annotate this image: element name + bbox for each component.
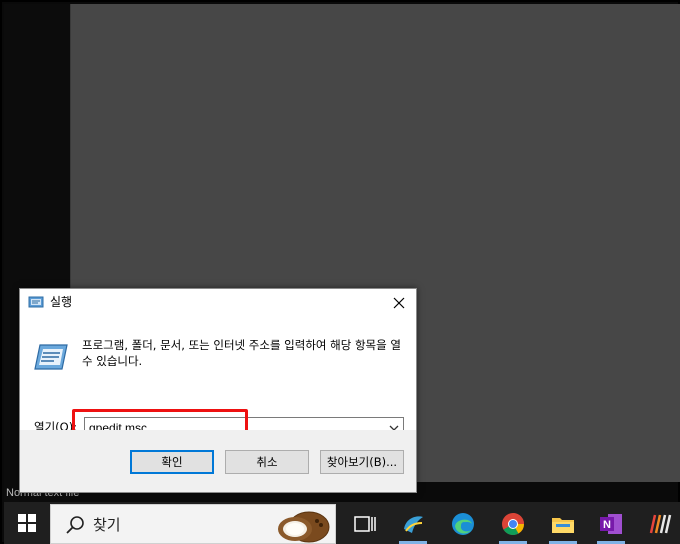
taskbar-search-box[interactable]: 찾기 [50,504,336,544]
run-dialog: 실행 프로그램, 폴더, 문서, 또는 인터넷 주소를 입력하여 해당 항목을 … [19,288,417,493]
run-program-icon [34,344,68,370]
dialog-footer: 확인 취소 찾아보기(B)... [20,430,416,492]
close-button[interactable] [384,289,414,317]
onenote-icon[interactable]: N [598,511,624,537]
search-icon [66,516,84,534]
dialog-body: 프로그램, 폴더, 문서, 또는 인터넷 주소를 입력하여 해당 항목을 열 수… [20,317,416,441]
browse-button[interactable]: 찾아보기(B)... [320,450,404,474]
screen: Normal text file 실행 프로그램, 폴더, 문서, 또는 인터넷… [0,0,680,544]
svg-text:N: N [603,519,611,531]
dialog-description: 프로그램, 폴더, 문서, 또는 인터넷 주소를 입력하여 해당 항목을 열 수… [82,338,401,368]
task-view-icon[interactable] [352,511,378,537]
search-placeholder: 찾기 [93,516,121,534]
ok-button[interactable]: 확인 [130,450,214,474]
windows-start-icon[interactable] [18,514,36,532]
taskbar: 찾기 N [4,502,680,544]
dialog-titlebar[interactable]: 실행 [20,289,416,317]
dialog-title: 실행 [50,295,73,309]
app-stripes-icon[interactable] [646,511,672,537]
chrome-icon[interactable] [500,511,526,537]
edge-icon[interactable] [450,511,476,537]
cancel-button[interactable]: 취소 [225,450,309,474]
python-shell-icon[interactable] [400,511,426,537]
close-icon [393,297,405,309]
coconut-icon [278,511,330,543]
file-explorer-icon[interactable] [550,511,576,537]
run-icon [28,296,44,308]
